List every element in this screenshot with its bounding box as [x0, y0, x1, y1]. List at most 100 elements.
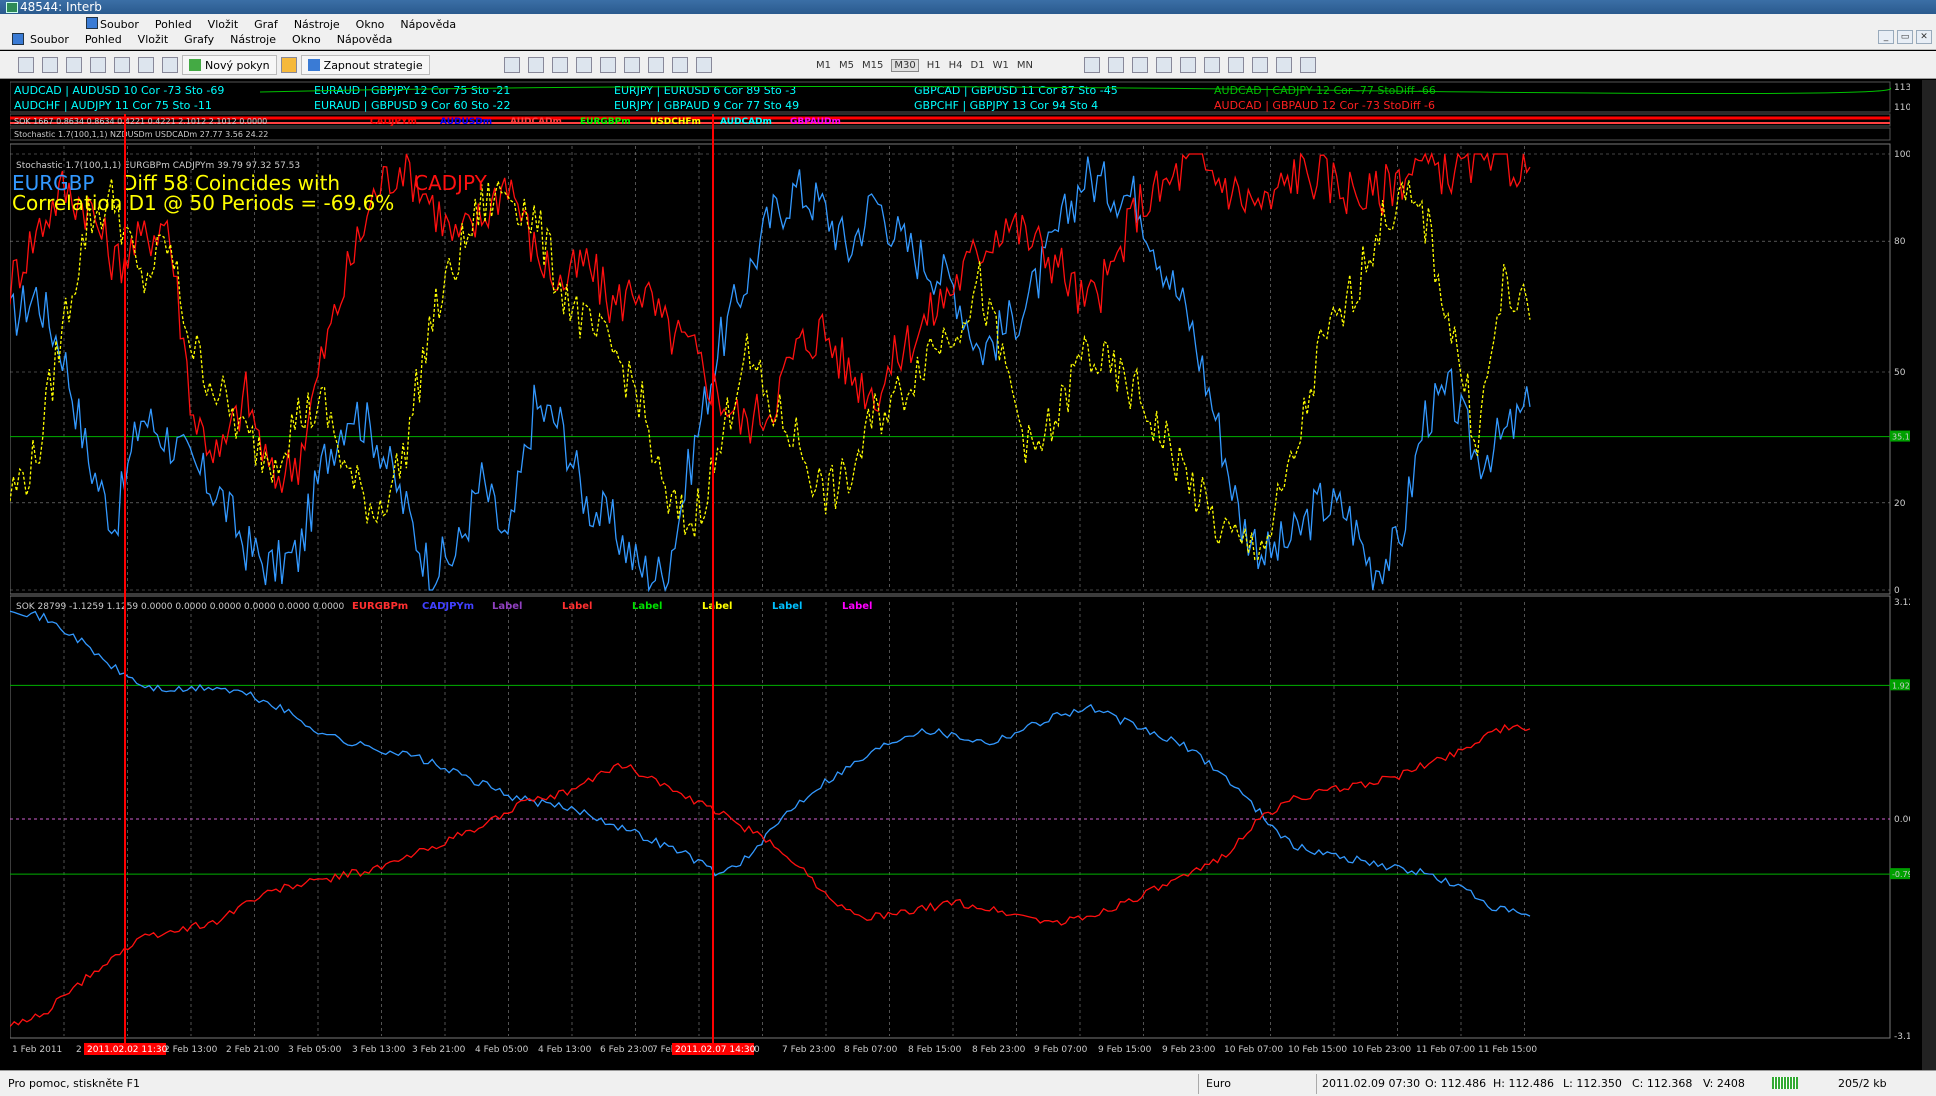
terminal-icon[interactable] — [114, 57, 130, 73]
x-tick: 8 Feb 15:00 — [908, 1045, 962, 1055]
corr-row2-item0: AUDCHF | AUDJPY 11 Cor 75 Sto -11 — [14, 99, 212, 112]
timeframe-m30[interactable]: M30 — [891, 58, 919, 72]
sok-label: Label — [562, 601, 593, 612]
sok-strip-label: USDCHFm — [650, 117, 701, 127]
x-tick: 4 Feb 13:00 — [538, 1045, 592, 1055]
sok-label: CADJPYm — [422, 601, 474, 612]
sok-pane-frame — [9, 595, 1891, 1039]
line-chart-icon[interactable] — [1132, 57, 1148, 73]
tester-icon[interactable] — [138, 57, 154, 73]
chart-area[interactable]: AUDCAD | AUDUSD 10 Cor -73 Sto -69 EURAU… — [9, 80, 1931, 1057]
y-tick: 100 — [1894, 150, 1910, 160]
status-low: L: 112.350 — [1563, 1077, 1622, 1090]
corr-row2-item3: GBPCHF | GBPJPY 13 Cor 94 Sto 4 — [914, 99, 1098, 112]
meta-editor-icon[interactable] — [280, 57, 297, 73]
document-icon — [12, 33, 24, 45]
new-chart-icon[interactable] — [18, 57, 34, 73]
terminal-window: 48544: Interb Soubor Pohled Vložit Graf Nást… — [0, 0, 1936, 1096]
timeframe-w1[interactable]: W1 — [993, 60, 1009, 71]
menu-6[interactable]: Nápověda — [400, 18, 456, 31]
menu-1[interactable]: Pohled — [155, 18, 192, 31]
navigator-icon[interactable] — [90, 57, 106, 73]
minimize-button[interactable]: _ — [1878, 30, 1894, 44]
sok-strip-label: CADJPYm — [370, 117, 417, 127]
sok-strip-label: AUDCADm — [510, 117, 562, 127]
autoscroll-icon[interactable] — [1204, 57, 1220, 73]
menu-4[interactable]: Nástroje — [294, 18, 340, 31]
channel-icon[interactable] — [624, 57, 640, 73]
indicators-icon[interactable] — [1252, 57, 1268, 73]
start-strategy-button[interactable]: Zapnout strategie — [300, 55, 430, 75]
y-tick: 80 — [1894, 237, 1906, 247]
periods-icon[interactable] — [1276, 57, 1292, 73]
title-bar: 48544: Interb — [0, 0, 1936, 14]
chart-canvas[interactable]: AUDCAD | AUDUSD 10 Cor -73 Sto -69 EURAU… — [9, 80, 1931, 1057]
zoom-in-icon[interactable] — [1156, 57, 1172, 73]
sok-label: Label — [772, 601, 803, 612]
new-order-button[interactable]: Nový pokyn — [182, 55, 277, 75]
correlation-strip: AUDCAD | AUDUSD 10 Cor -73 Sto -69 EURAU… — [9, 81, 1931, 141]
sok-level-marker: -0.795 — [1892, 870, 1910, 879]
bar-chart-icon[interactable] — [1084, 57, 1100, 73]
market-watch-icon[interactable] — [66, 57, 82, 73]
toolbar: Nový pokyn Zapnout strategie M1 M5 M15 M30 H… — [0, 51, 1936, 79]
status-volume: V: 2408 — [1703, 1077, 1745, 1090]
main-menu: Soubor Pohled Vložit Graf Nástroje Okno Nápově… — [100, 18, 456, 31]
timeframe-m15[interactable]: M15 — [862, 60, 883, 71]
y-tick: 50 — [1894, 368, 1906, 378]
menu-0[interactable]: Soubor — [100, 18, 139, 31]
child-menu-5[interactable]: Okno — [292, 33, 321, 46]
price-top-label: 113.039 — [1894, 83, 1910, 93]
profiles-icon[interactable] — [42, 57, 58, 73]
x-tick: 9 Feb 07:00 — [1034, 1045, 1088, 1055]
sok-header: SOK 28799 -1.1259 1.1259 0.0000 0.0000 0… — [16, 602, 345, 612]
x-tick: 10 Feb 15:00 — [1288, 1045, 1347, 1055]
cursor-label: 2011.02.07 14:30 — [675, 1045, 756, 1055]
menu-5[interactable]: Okno — [356, 18, 385, 31]
child-menu-2[interactable]: Vložit — [138, 33, 168, 46]
crosshair-icon[interactable] — [528, 57, 544, 73]
sok-strip-label: AUDCADm — [720, 117, 772, 127]
child-menu-1[interactable]: Pohled — [85, 33, 122, 46]
arrows-icon[interactable] — [696, 57, 712, 73]
timeframe-m1[interactable]: M1 — [816, 60, 831, 71]
connection-indicator-icon — [1772, 1077, 1798, 1089]
menu-2[interactable]: Vložit — [208, 18, 238, 31]
x-tick: 10 Feb 07:00 — [1224, 1045, 1283, 1055]
sok-strip-label: AUDUSDm — [440, 117, 492, 127]
zoom-search-icon[interactable] — [162, 57, 178, 73]
level-marker: 35.191 — [1892, 433, 1910, 442]
candle-chart-icon[interactable] — [1108, 57, 1124, 73]
x-tick: 6 Feb 23:00 — [600, 1045, 654, 1055]
timeframe-m5[interactable]: M5 — [839, 60, 854, 71]
horizontal-line-icon[interactable] — [576, 57, 592, 73]
timeframe-h4[interactable]: H4 — [949, 60, 963, 71]
zoom-out-icon[interactable] — [1180, 57, 1196, 73]
menu-3[interactable]: Graf — [254, 18, 278, 31]
stochastic-pane: 100 80 50 20 0 35.191 Stochastic 1.7(100,1,1)… — [9, 143, 1920, 596]
drawing-tools — [500, 55, 716, 75]
cursor-icon[interactable] — [504, 57, 520, 73]
timeframe-d1[interactable]: D1 — [971, 60, 985, 71]
trendline-icon[interactable] — [600, 57, 616, 73]
templates-icon[interactable] — [1300, 57, 1316, 73]
cursor-label: 2011.02.02 11:30 — [87, 1045, 168, 1055]
x-tick: 8 Feb 23:00 — [972, 1045, 1026, 1055]
corr-row1-item0: AUDCAD | AUDUSD 10 Cor -73 Sto -69 — [14, 84, 224, 97]
x-tick: 10 Feb 23:00 — [1352, 1045, 1411, 1055]
restore-button[interactable]: ▭ — [1897, 30, 1913, 44]
child-menu-3[interactable]: Grafy — [184, 33, 214, 46]
close-button[interactable]: ✕ — [1916, 30, 1932, 44]
timeframe-h1[interactable]: H1 — [927, 60, 941, 71]
timeframe-mn[interactable]: MN — [1017, 60, 1033, 71]
text-icon[interactable] — [648, 57, 664, 73]
child-menu-4[interactable]: Nástroje — [230, 33, 276, 46]
right-scrollbar[interactable] — [1922, 80, 1936, 1070]
status-traffic: 205/2 kb — [1838, 1077, 1887, 1090]
child-menu-0[interactable]: Soubor — [30, 33, 69, 46]
label-icon[interactable] — [672, 57, 688, 73]
x-tick: 3 Feb 13:00 — [352, 1045, 406, 1055]
vertical-line-icon[interactable] — [552, 57, 568, 73]
chart-shift-icon[interactable] — [1228, 57, 1244, 73]
child-menu-6[interactable]: Nápověda — [337, 33, 393, 46]
